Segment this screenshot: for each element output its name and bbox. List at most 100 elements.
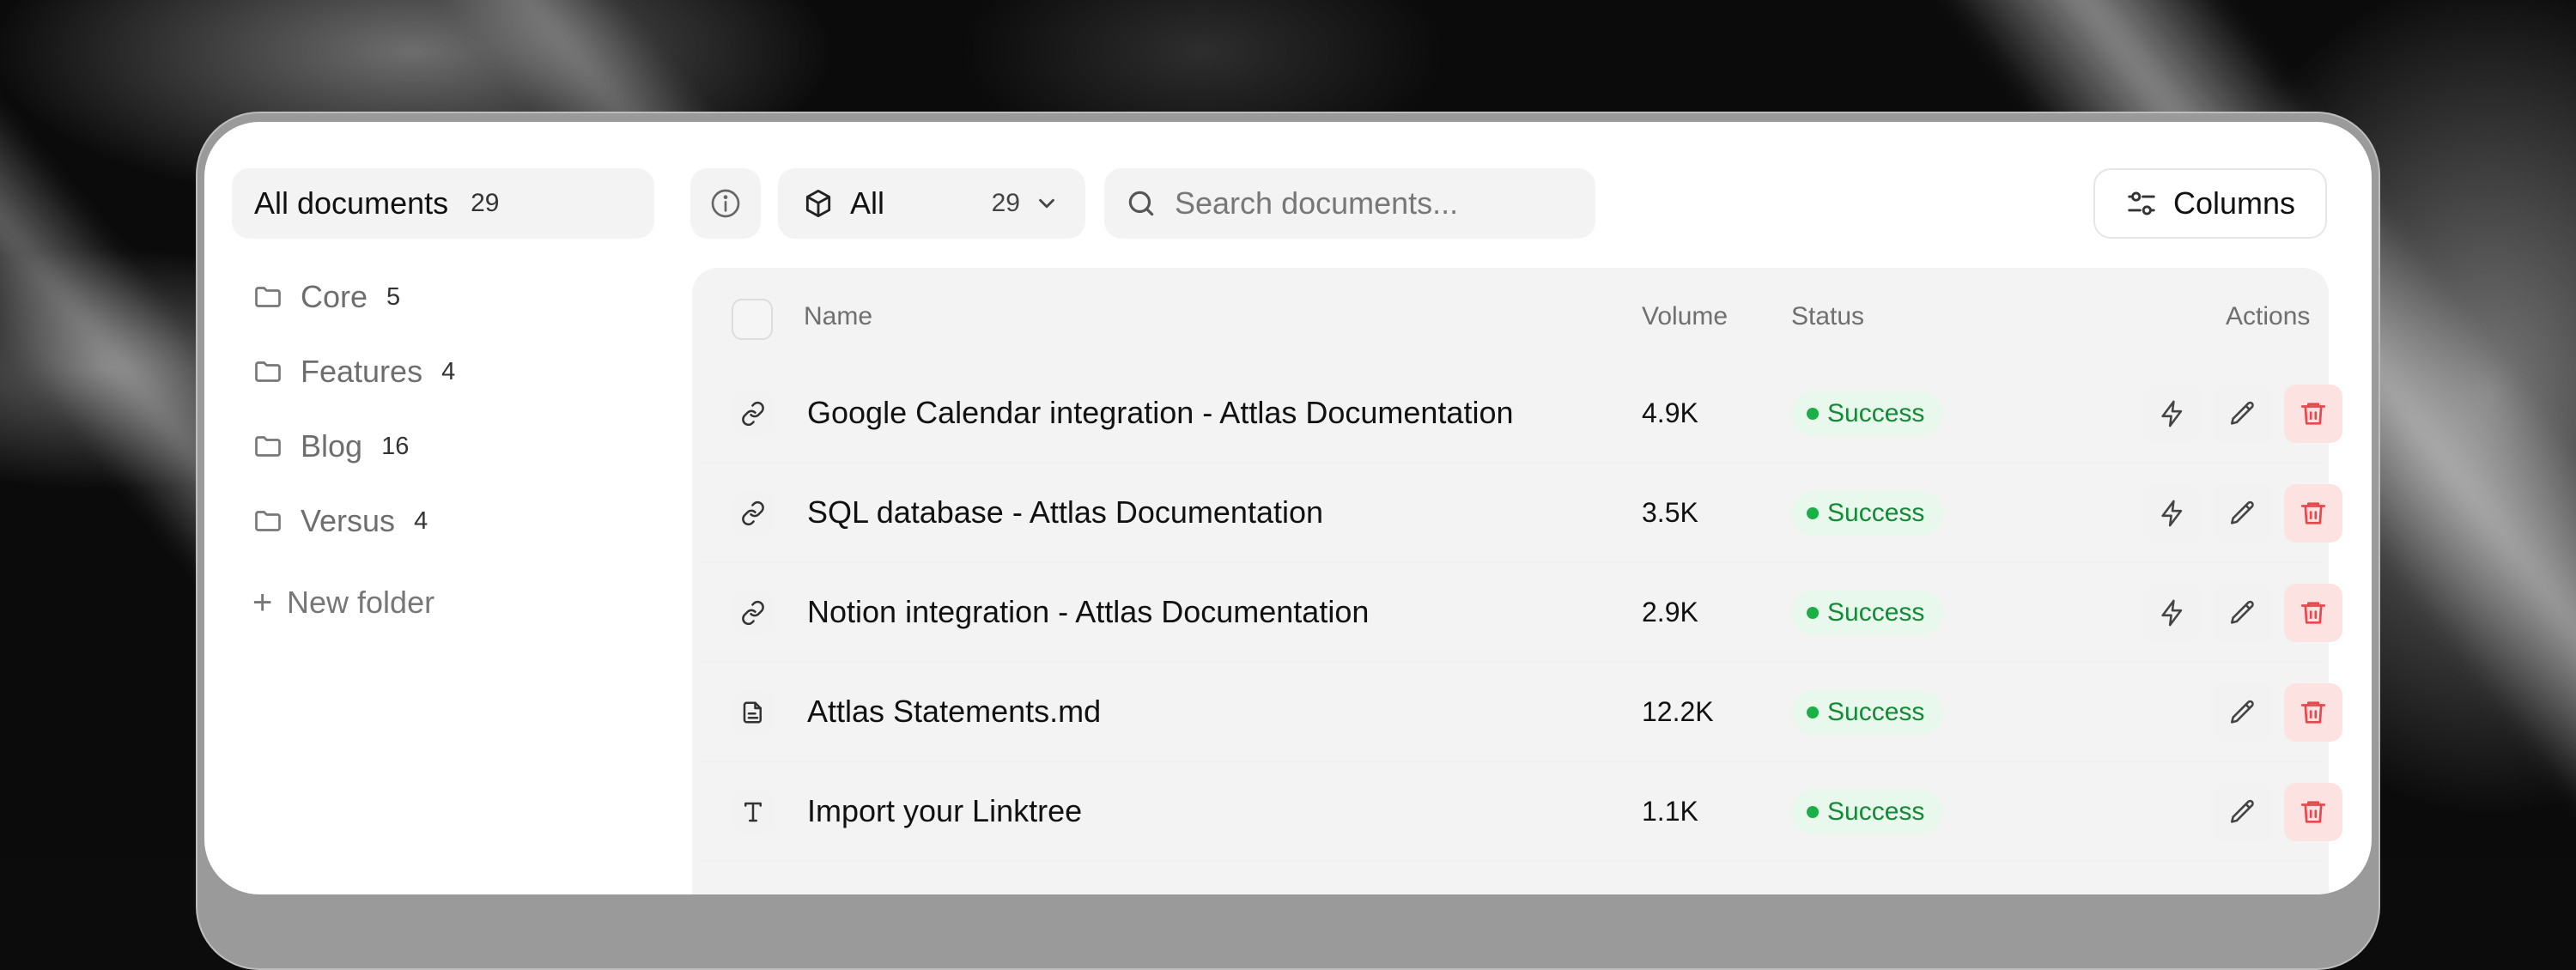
folder-icon <box>255 511 281 531</box>
status-label: Success <box>1827 598 1925 627</box>
all-documents-count: 29 <box>471 189 500 217</box>
new-folder-button[interactable]: + New folder <box>252 577 434 628</box>
folder-item-blog[interactable]: Blog 16 <box>252 421 409 472</box>
search-bar <box>1104 168 1595 239</box>
status-badge: Success <box>1791 690 1944 735</box>
delete-button[interactable] <box>2284 385 2342 443</box>
pencil-icon <box>2230 799 2254 823</box>
link-icon <box>732 392 775 435</box>
folder-count: 5 <box>386 282 401 311</box>
folder-item-core[interactable]: Core 5 <box>252 271 400 323</box>
info-button[interactable] <box>690 168 761 239</box>
link-icon <box>732 492 775 535</box>
folder-icon <box>255 436 281 457</box>
bolt-icon <box>2161 400 2183 427</box>
table-row[interactable]: SQL database - Attlas Documentation 3.5K… <box>699 464 2342 563</box>
text-icon <box>732 791 775 834</box>
folder-item-features[interactable]: Features 4 <box>252 346 455 397</box>
folder-icon <box>255 287 281 307</box>
folder-icon <box>255 361 281 382</box>
document-volume: 4.9K <box>1642 397 1698 428</box>
bolt-icon <box>2161 599 2183 627</box>
sync-button[interactable] <box>2143 385 2202 443</box>
delete-button[interactable] <box>2284 783 2342 841</box>
table-row[interactable]: Attlas Statements.md 12.2K Success <box>699 663 2342 762</box>
type-filter-count: 29 <box>991 189 1020 217</box>
table-row[interactable]: Google Calendar integration - Attlas Doc… <box>699 364 2342 464</box>
folder-count: 4 <box>414 506 428 535</box>
folder-count: 16 <box>381 432 410 460</box>
pencil-icon <box>2230 500 2254 524</box>
status-dot <box>1807 806 1819 818</box>
document-name[interactable]: Attlas Statements.md <box>807 694 1101 730</box>
status-label: Success <box>1827 399 1925 427</box>
document-volume: 2.9K <box>1642 597 1698 627</box>
all-documents-label: All documents <box>254 185 449 221</box>
edit-button[interactable] <box>2214 385 2272 443</box>
document-name[interactable]: Notion integration - Attlas Documentatio… <box>807 594 1369 630</box>
sync-button[interactable] <box>2143 484 2202 543</box>
status-dot <box>1807 706 1819 718</box>
column-header-volume[interactable]: Volume <box>1642 302 1728 331</box>
columns-button[interactable]: Columns <box>2093 168 2327 239</box>
table-row[interactable]: Notion integration - Attlas Documentatio… <box>699 563 2342 663</box>
sync-button[interactable] <box>2143 584 2202 642</box>
status-label: Success <box>1827 499 1925 527</box>
all-documents-button[interactable]: All documents 29 <box>232 168 654 239</box>
edit-button[interactable] <box>2214 484 2272 543</box>
edit-button[interactable] <box>2214 783 2272 841</box>
column-header-actions: Actions <box>2226 302 2311 330</box>
column-header-status[interactable]: Status <box>1791 302 1864 331</box>
pencil-icon <box>2230 401 2254 425</box>
type-filter-dropdown[interactable]: All 29 <box>778 168 1085 239</box>
pencil-icon <box>2230 600 2254 624</box>
search-icon <box>1128 191 1154 216</box>
search-input[interactable] <box>1173 185 1589 222</box>
document-volume: 1.1K <box>1642 796 1698 827</box>
document-volume: 12.2K <box>1642 696 1714 727</box>
folder-label: Blog <box>301 428 363 464</box>
edit-button[interactable] <box>2214 584 2272 642</box>
edit-button[interactable] <box>2214 683 2272 742</box>
select-all-checkbox[interactable] <box>732 299 773 340</box>
document-name[interactable]: SQL database - Attlas Documentation <box>807 494 1323 530</box>
status-dot <box>1807 408 1819 420</box>
status-label: Success <box>1827 698 1925 726</box>
folder-item-versus[interactable]: Versus 4 <box>252 495 428 547</box>
trash-icon <box>2300 502 2326 524</box>
document-name[interactable]: Google Calendar integration - Attlas Doc… <box>807 395 1513 431</box>
delete-button[interactable] <box>2284 683 2342 742</box>
trash-icon <box>2300 801 2326 823</box>
status-badge: Success <box>1791 790 1944 834</box>
folder-label: Versus <box>301 503 396 538</box>
document-name[interactable]: Import your Linktree <box>807 793 1082 829</box>
pencil-icon <box>2230 700 2254 724</box>
status-dot <box>1807 507 1819 519</box>
type-filter-label: All <box>850 185 885 221</box>
trash-icon <box>2300 701 2326 724</box>
column-header-name[interactable]: Name <box>804 302 872 331</box>
status-badge: Success <box>1791 391 1944 436</box>
folder-label: Features <box>301 354 423 389</box>
document-volume: 3.5K <box>1642 497 1698 528</box>
status-label: Success <box>1827 797 1925 826</box>
plus-icon: + <box>252 583 273 621</box>
info-icon <box>711 189 740 218</box>
status-badge: Success <box>1791 591 1944 635</box>
delete-button[interactable] <box>2284 584 2342 642</box>
link-icon <box>732 591 775 634</box>
new-folder-label: New folder <box>287 585 435 620</box>
app-window: All documents 29 Core 5 Features 4 Blog … <box>204 122 2372 894</box>
trash-icon <box>2300 403 2326 425</box>
documents-table: Name Volume Status Actions Google Calend… <box>692 268 2342 894</box>
status-dot <box>1807 607 1819 619</box>
chevron-down-icon <box>1039 198 1054 209</box>
trash-icon <box>2300 602 2326 624</box>
status-badge: Success <box>1791 491 1944 536</box>
box-icon <box>805 190 831 217</box>
table-row[interactable]: Import your Linktree 1.1K Success <box>699 762 2342 862</box>
bolt-icon <box>2161 500 2183 527</box>
folder-label: Core <box>301 279 368 314</box>
delete-button[interactable] <box>2284 484 2342 543</box>
file-icon <box>732 691 775 734</box>
